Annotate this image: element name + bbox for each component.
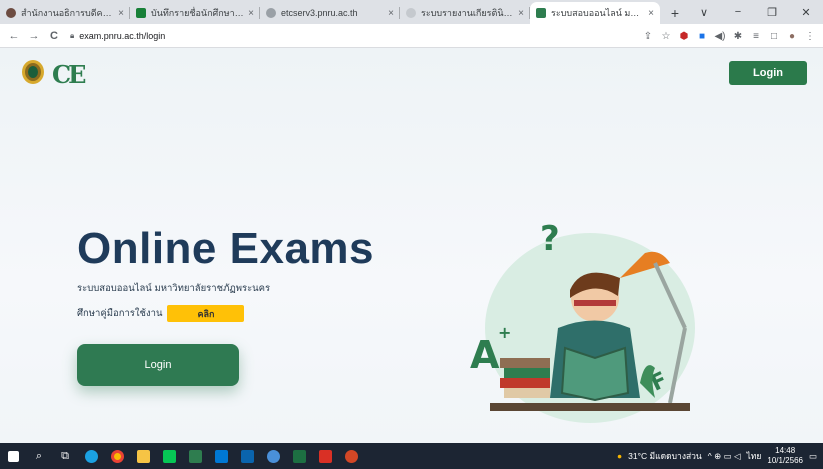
new-tab-button[interactable]: + <box>664 2 686 24</box>
desk <box>490 403 690 411</box>
tab-search-icon[interactable]: ∨ <box>687 0 721 24</box>
manual-click-button[interactable]: คลิก <box>167 305 245 322</box>
back-icon[interactable]: ← <box>4 30 24 42</box>
book-stack <box>500 378 550 388</box>
outlook-icon[interactable] <box>234 443 260 469</box>
puzzle-icon[interactable]: ✱ <box>729 31 747 42</box>
tab-title: etcserv3.pnru.ac.th <box>281 8 358 18</box>
close-tab-icon[interactable]: × <box>518 8 524 19</box>
manual-label: ศึกษาคู่มือการใช้งาน <box>77 308 163 319</box>
browser-tab-strip: สำนักงานอธิการบดีคอมพิวเตอร์ × บันทึกราย… <box>0 0 823 24</box>
excel-icon[interactable] <box>286 443 312 469</box>
tab-favicon-icon <box>136 8 146 18</box>
browser-tab[interactable]: etcserv3.pnru.ac.th × <box>260 2 400 24</box>
tray-icons[interactable]: ^ ⊕ ▭ ◁ <box>708 451 741 462</box>
close-tab-icon[interactable]: × <box>648 8 654 19</box>
powerpoint-icon[interactable] <box>338 443 364 469</box>
close-tab-icon[interactable]: × <box>388 8 394 19</box>
page-viewport: CE Login Online Exams ระบบสอบออนไลน์ มหา… <box>0 48 823 443</box>
menu-icon[interactable]: ⋮ <box>801 31 819 42</box>
header-login-button[interactable]: Login <box>729 61 807 85</box>
tab-favicon-icon <box>6 8 16 18</box>
clock[interactable]: 14:48 10/1/2566 <box>767 446 803 466</box>
tab-favicon-icon <box>266 8 276 18</box>
extension-icon[interactable]: ■ <box>693 31 711 42</box>
reading-list-icon[interactable]: ≡ <box>747 31 765 42</box>
browser-tab[interactable]: บันทึกรายชื่อนักศึกษาเรียนตลอด × <box>130 2 260 24</box>
shield-extension-icon[interactable]: ⬢ <box>675 31 693 42</box>
reload-icon[interactable]: C <box>44 30 64 42</box>
close-tab-icon[interactable]: × <box>248 8 254 19</box>
blindfold <box>574 300 616 306</box>
browser-tab[interactable]: สำนักงานอธิการบดีคอมพิวเตอร์ × <box>0 2 130 24</box>
university-seal-logo <box>22 60 44 84</box>
windows-taskbar: ⌕ ⧉ ● 31°C มีแดดบางส่วน ^ ⊕ ▭ ◁ ไทย 14:4… <box>0 443 823 469</box>
task-view-icon[interactable]: ⧉ <box>52 443 78 469</box>
language-indicator[interactable]: ไทย <box>747 449 762 463</box>
tab-favicon-icon <box>406 8 416 18</box>
calendar-icon[interactable] <box>182 443 208 469</box>
manual-row: ศึกษาคู่มือการใช้งาน คลิก <box>77 305 245 322</box>
tab-title: บันทึกรายชื่อนักศึกษาเรียนตลอด <box>151 8 244 18</box>
tab-favicon-icon <box>536 8 546 18</box>
browser-toolbar: ← → C 🔒︎ exam.pnru.ac.th/login ⇪ ☆ ⬢ ■ ◀… <box>0 24 823 48</box>
acrobat-icon[interactable] <box>312 443 338 469</box>
page-title: Online Exams <box>77 224 375 273</box>
browser-tab-active[interactable]: ระบบสอบออนไลน์ มหาวิทยาลัย × <box>530 2 660 24</box>
book-stack <box>504 368 550 378</box>
file-explorer-icon[interactable] <box>130 443 156 469</box>
tab-title: สำนักงานอธิการบดีคอมพิวเตอร์ <box>21 8 114 18</box>
close-tab-icon[interactable]: × <box>118 8 124 19</box>
clock-time: 14:48 <box>775 446 796 455</box>
weather-text[interactable]: 31°C มีแดดบางส่วน <box>628 449 702 463</box>
tab-title: ระบบสอบออนไลน์ มหาวิทยาลัย <box>551 8 645 18</box>
minimize-icon[interactable]: − <box>721 0 755 24</box>
notification-icon[interactable]: ▭ <box>809 451 817 462</box>
student-studying-illustration: ? A + F <box>470 219 695 423</box>
exam-system-logo: CE <box>52 60 86 89</box>
close-window-icon[interactable]: ✕ <box>789 0 823 24</box>
edge-icon[interactable] <box>78 443 104 469</box>
side-panel-icon[interactable]: □ <box>765 31 783 42</box>
login-button[interactable]: Login <box>77 344 239 386</box>
chrome-icon[interactable] <box>104 443 130 469</box>
line-app-icon[interactable] <box>156 443 182 469</box>
windows-start-icon[interactable] <box>0 443 26 469</box>
search-icon[interactable]: ⌕ <box>26 443 52 469</box>
clock-date: 10/1/2566 <box>767 456 803 465</box>
sound-extension-icon[interactable]: ◀) <box>711 31 729 42</box>
book-stack <box>500 358 550 368</box>
forward-icon[interactable]: → <box>24 30 44 42</box>
address-bar[interactable]: 🔒︎ exam.pnru.ac.th/login <box>70 27 165 45</box>
plus-icon: + <box>498 323 511 342</box>
bookmark-star-icon[interactable]: ☆ <box>657 31 675 42</box>
system-tray: ● 31°C มีแดดบางส่วน ^ ⊕ ▭ ◁ ไทย 14:48 10… <box>611 443 817 469</box>
mail-icon[interactable] <box>208 443 234 469</box>
profile-avatar[interactable]: ● <box>783 31 801 42</box>
settings-icon[interactable] <box>260 443 286 469</box>
url-text: exam.pnru.ac.th/login <box>79 30 166 41</box>
toolbar-icons: ⇪ ☆ ⬢ ■ ◀) ✱ ≡ □ ● ⋮ <box>639 24 819 48</box>
question-mark-icon: ? <box>540 219 560 259</box>
page-subtitle: ระบบสอบออนไลน์ มหาวิทยาลัยราชภัฏพระนคร <box>77 283 271 294</box>
weather-icon[interactable]: ● <box>617 451 622 461</box>
maximize-icon[interactable]: ❐ <box>755 0 789 24</box>
lock-icon[interactable]: 🔒︎ <box>70 31 74 41</box>
share-icon[interactable]: ⇪ <box>639 31 657 42</box>
window-controls: ∨ − ❐ ✕ <box>687 0 823 24</box>
a-plus-grade-icon: A <box>470 333 500 377</box>
browser-tab[interactable]: ระบบรายงานเกียรตินิยม - มหาวิทยาลัย × <box>400 2 530 24</box>
book-stack <box>504 388 550 398</box>
tab-title: ระบบรายงานเกียรตินิยม - มหาวิทยาลัย <box>421 8 515 18</box>
